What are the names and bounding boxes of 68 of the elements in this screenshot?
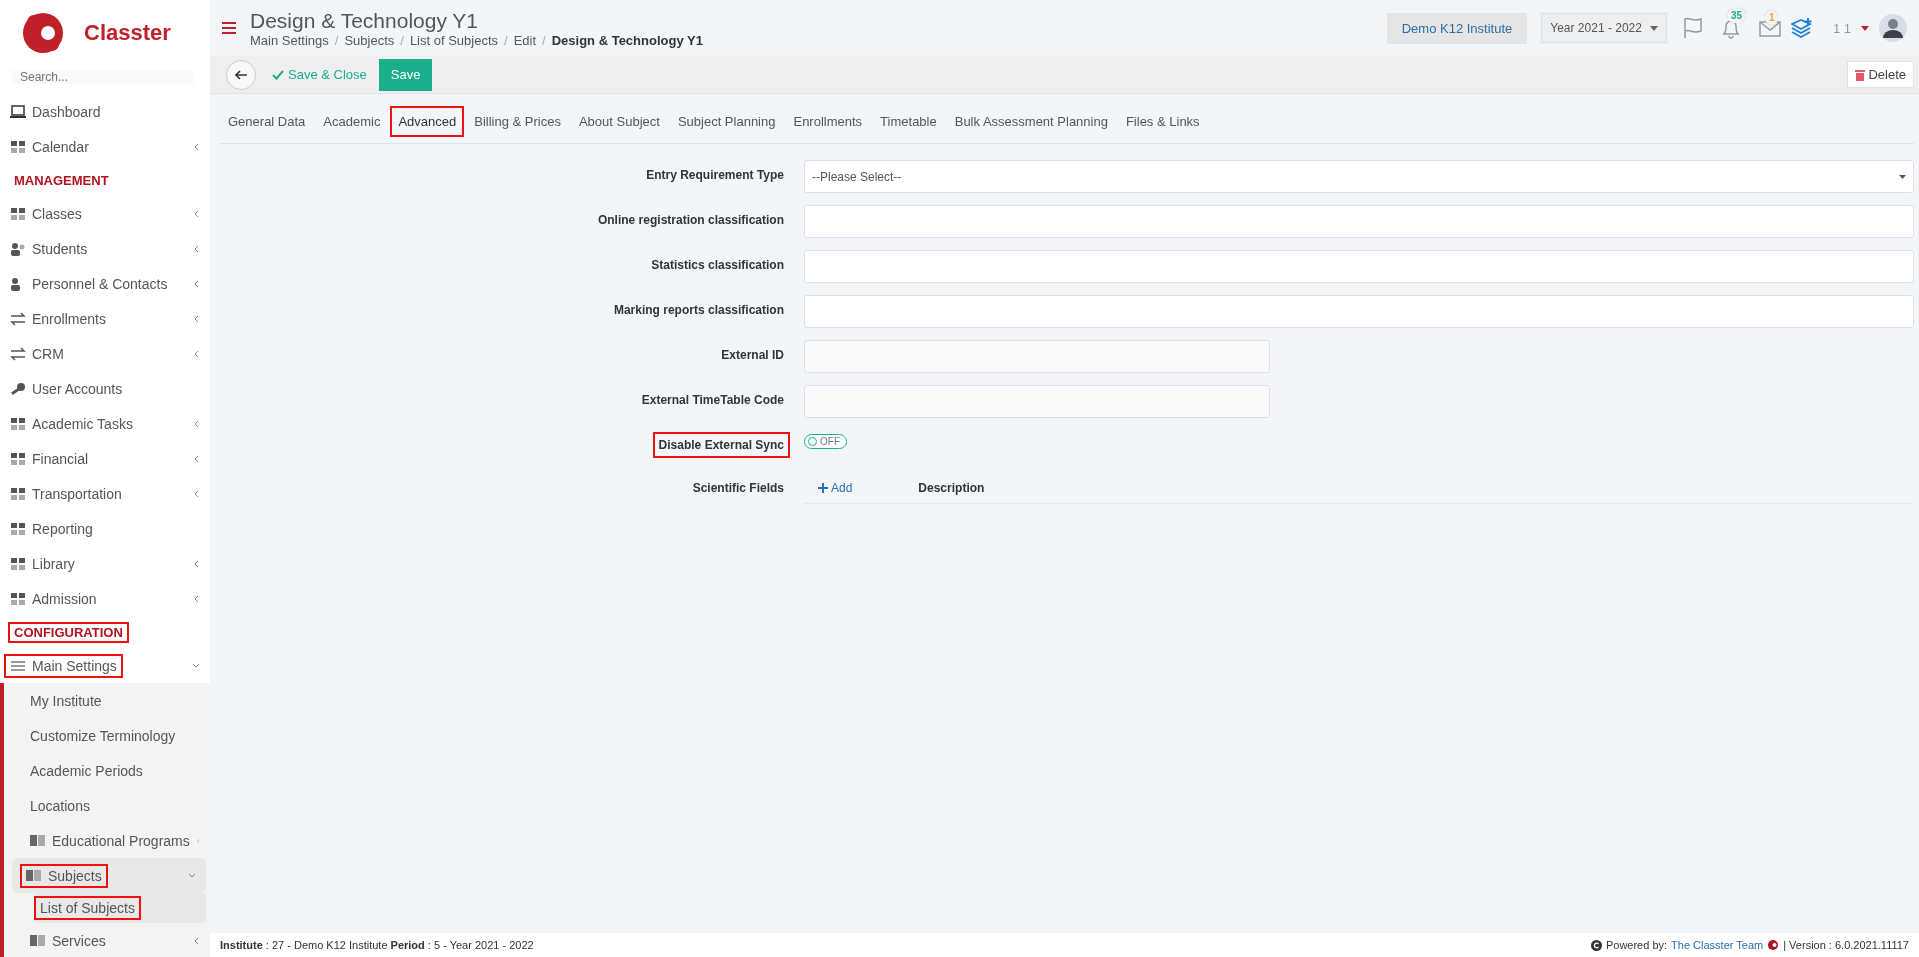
- powered-by-label: Powered by:: [1605, 939, 1668, 951]
- breadcrumb[interactable]: Edit: [513, 32, 537, 48]
- field-label: External ID: [720, 347, 785, 364]
- sidebar-item[interactable]: Enrollments: [4, 306, 112, 331]
- breadcrumb-separator: /: [334, 32, 339, 48]
- field-label: Marking reports classification: [612, 302, 785, 319]
- tab[interactable]: Billing & Prices: [466, 106, 569, 137]
- sidebar-item[interactable]: Financial: [4, 446, 95, 471]
- column-header: Description: [918, 481, 985, 495]
- version-label: | Version : 6.0.2021.11117: [1783, 939, 1909, 951]
- tab[interactable]: Subject Planning: [669, 106, 784, 137]
- team-link[interactable]: The Classter Team: [1671, 939, 1764, 951]
- section-heading: MANAGEMENT: [13, 171, 110, 190]
- sidebar-subitem[interactable]: List of Subjects: [34, 896, 141, 920]
- sidebar-subitem[interactable]: Educational Programs: [24, 828, 196, 853]
- brand-name: Classter: [84, 20, 171, 46]
- sidebar-subitem[interactable]: Academic Periods: [24, 758, 149, 783]
- section-heading: CONFIGURATION: [8, 621, 129, 643]
- page-title: Design & Technology Y1: [250, 8, 480, 33]
- sidebar-item[interactable]: Calendar: [4, 134, 95, 159]
- field-label: Online registration classification: [596, 212, 785, 229]
- sidebar-subitem[interactable]: Subjects: [20, 863, 108, 888]
- sidebar-item[interactable]: Classes: [4, 201, 88, 226]
- sidebar-subitem[interactable]: Customize Terminology: [24, 723, 182, 748]
- tab[interactable]: About Subject: [570, 106, 668, 137]
- breadcrumb[interactable]: Subjects: [344, 32, 395, 48]
- tab[interactable]: Academic: [315, 106, 389, 137]
- message-count: 1: [1764, 10, 1779, 25]
- select-field[interactable]: --Please Select--: [804, 160, 1914, 193]
- search-field[interactable]: Search...: [12, 70, 194, 84]
- tab[interactable]: General Data: [220, 106, 314, 137]
- tab[interactable]: Advanced: [390, 106, 465, 137]
- sidebar-item[interactable]: Personnel & Contacts: [4, 271, 174, 296]
- year-dropdown[interactable]: Year 2021 - 2022: [1541, 13, 1667, 43]
- sidebar-item[interactable]: User Accounts: [4, 376, 129, 401]
- sidebar-subitem[interactable]: Services: [24, 928, 112, 953]
- tab[interactable]: Files & Links: [1117, 106, 1208, 137]
- tab[interactable]: Bulk Assessment Planning: [946, 106, 1116, 137]
- breadcrumb-separator: /: [400, 32, 404, 48]
- breadcrumb-separator: /: [504, 32, 508, 48]
- sidebar-item[interactable]: Reporting: [4, 516, 99, 541]
- breadcrumb-separator: /: [542, 32, 546, 48]
- sidebar-item[interactable]: Admission: [4, 586, 103, 611]
- tab[interactable]: Timetable: [872, 106, 945, 137]
- sidebar-item[interactable]: Dashboard: [4, 99, 107, 124]
- institute-period-info: Institute : 27 - Demo K12 Institute Period : 5 - Year 2021 - 2022: [220, 939, 534, 951]
- sidebar-item[interactable]: Academic Tasks: [4, 411, 139, 436]
- notification-count: 35: [1726, 8, 1747, 23]
- field-label: Entry Requirement Type: [645, 167, 785, 184]
- tab[interactable]: Enrollments: [785, 106, 871, 137]
- sidebar-item[interactable]: Transportation: [4, 481, 128, 506]
- sidebar-item[interactable]: Main Settings: [4, 653, 123, 678]
- field-label: Scientific Fields: [691, 480, 785, 497]
- sidebar-item[interactable]: Students: [4, 236, 94, 261]
- sidebar-subitem[interactable]: Locations: [24, 793, 96, 818]
- institute-button[interactable]: Demo K12 Institute: [1386, 12, 1528, 44]
- add-button[interactable]: Add: [818, 481, 853, 495]
- breadcrumb[interactable]: List of Subjects: [409, 32, 499, 48]
- toggle-switch[interactable]: OFF: [804, 434, 847, 449]
- breadcrumb[interactable]: Design & Technology Y1: [551, 32, 703, 48]
- field-label: Disable External Sync: [652, 432, 790, 458]
- sidebar-item[interactable]: Library: [4, 551, 81, 576]
- sidebar-subitem[interactable]: My Institute: [24, 688, 108, 713]
- field-label: Statistics classification: [650, 257, 785, 274]
- delete-button[interactable]: Delete: [1847, 61, 1914, 88]
- sidebar-item[interactable]: CRM: [4, 341, 70, 366]
- field-label: External TimeTable Code: [640, 392, 785, 409]
- breadcrumb[interactable]: Main Settings: [250, 32, 329, 48]
